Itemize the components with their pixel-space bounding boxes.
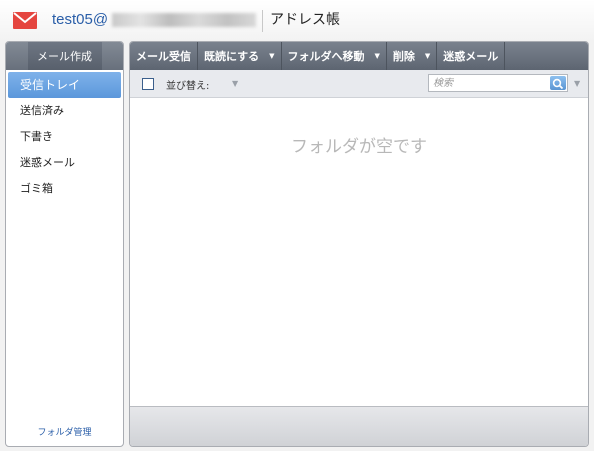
chevron-down-icon: ▼ (424, 52, 431, 60)
move-folder-button[interactable]: フォルダへ移動 ▼ (282, 42, 387, 70)
receive-mail-label: メール受信 (136, 50, 191, 63)
spam-button[interactable]: 迷惑メール (437, 42, 506, 70)
delete-label: 削除 (392, 50, 415, 63)
receive-mail-button[interactable]: メール受信 (130, 42, 198, 70)
sidebar: メール作成 受信トレイ 送信済み 下書き 迷惑メール ゴミ箱 フォルダ管理 (5, 41, 124, 447)
delete-button[interactable]: 削除 ▼ (387, 42, 438, 70)
sort-label[interactable]: 並び替え: (166, 77, 209, 92)
account-domain-redacted (112, 13, 256, 27)
mark-read-label: 既読にする (204, 50, 260, 63)
sort-dropdown-icon[interactable]: ▼ (232, 79, 238, 88)
compose-bar: メール作成 (6, 42, 123, 70)
message-list: フォルダが空です (130, 98, 588, 408)
empty-folder-message: フォルダが空です (291, 137, 427, 157)
compose-button[interactable]: メール作成 (27, 42, 102, 70)
folder-item-drafts[interactable]: 下書き (8, 124, 121, 150)
folder-item-spam[interactable]: 迷惑メール (8, 150, 121, 176)
chevron-down-icon: ▼ (374, 52, 380, 60)
search-options-icon[interactable]: ▼ (574, 79, 580, 88)
address-book-link[interactable]: アドレス帳 (270, 12, 340, 28)
message-pane-footer (130, 406, 588, 446)
folder-manage-link[interactable]: フォルダ管理 (6, 425, 123, 438)
app-header: test05@ アドレス帳 (0, 0, 594, 40)
header-divider (262, 10, 263, 32)
folder-item-trash[interactable]: ゴミ箱 (8, 176, 121, 202)
search-icon (552, 78, 564, 90)
folder-item-inbox[interactable]: 受信トレイ (8, 72, 121, 98)
mail-icon (13, 12, 37, 29)
move-folder-label: フォルダへ移動 (287, 50, 365, 63)
select-all-checkbox[interactable] (142, 78, 154, 90)
toolbar: メール受信 既読にする ▼ フォルダへ移動 ▼ 削除 ▼ 迷惑メール (130, 42, 588, 70)
folder-item-sent[interactable]: 送信済み (8, 98, 121, 124)
list-options-bar: 並び替え: ▼ ▼ (130, 70, 588, 98)
mark-read-button[interactable]: 既読にする ▼ (198, 42, 282, 70)
folder-list: 受信トレイ 送信済み 下書き 迷惑メール ゴミ箱 (6, 70, 123, 202)
account-email[interactable]: test05@ (52, 11, 108, 29)
chevron-down-icon: ▼ (269, 52, 275, 60)
search-box (428, 74, 568, 92)
message-pane: メール受信 既読にする ▼ フォルダへ移動 ▼ 削除 ▼ 迷惑メール 並び替え:… (129, 41, 589, 447)
search-button[interactable] (550, 76, 566, 90)
search-input[interactable] (431, 75, 547, 91)
spam-label: 迷惑メール (443, 50, 499, 63)
